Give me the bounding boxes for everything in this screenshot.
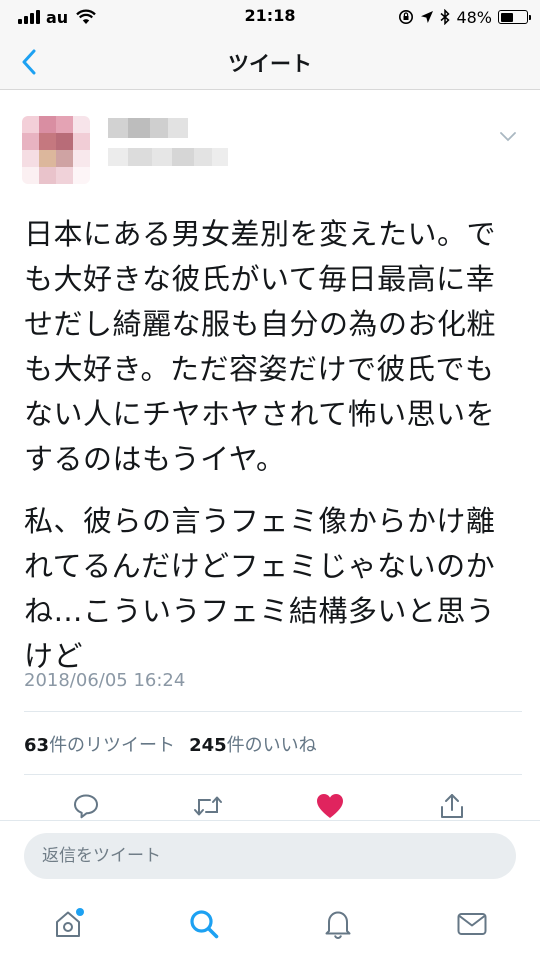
avatar[interactable]: [22, 116, 90, 184]
reply-icon: [74, 794, 98, 819]
tweet-paragraph: 日本にある男女差別を変えたい。でも大好きな彼氏がいて毎日最高に幸せだし綺麗な服も…: [24, 217, 497, 476]
tweet-paragraph: 私、彼らの言うフェミ像からかけ離れてるんだけどフェミじゃないのかね…こういうフェ…: [24, 504, 496, 673]
tab-bar: [0, 892, 540, 960]
like-count-link[interactable]: 245件のいいね: [189, 731, 317, 757]
status-right: 48%: [398, 6, 531, 28]
battery-percent: 48%: [456, 7, 492, 27]
battery-level: [500, 12, 513, 22]
tab-search[interactable]: [184, 904, 224, 944]
tab-notifications[interactable]: [318, 904, 358, 944]
retweet-count: 63: [24, 735, 50, 756]
retweet-count-label: 件のリツイート: [49, 735, 176, 756]
page-title: ツイート: [228, 52, 312, 76]
tweet-text: 日本にある男女差別を変えたい。でも大好きな彼氏がいて毎日最高に幸せだし綺麗な服も…: [24, 212, 520, 696]
notifications-icon: [325, 911, 351, 940]
battery-icon: [498, 10, 531, 24]
author-handle-blurred: [108, 148, 228, 166]
tweet-stats: 63件のリツイート 245件のいいね: [24, 731, 317, 757]
messages-icon: [457, 913, 487, 935]
tab-messages[interactable]: [452, 904, 492, 944]
retweet-count-link[interactable]: 63件のリツイート: [24, 731, 175, 757]
author-name-blurred: [108, 118, 188, 138]
tab-home[interactable]: [48, 904, 88, 944]
share-icon: [441, 794, 463, 818]
like-count-label: 件のいいね: [226, 735, 317, 756]
status-bar: au 21:18 48%: [0, 0, 540, 34]
tweet-timestamp: 2018/06/05 16:24: [24, 670, 186, 691]
reply-input[interactable]: [24, 833, 516, 879]
nav-bar: ツイート: [0, 34, 540, 90]
notification-dot: [76, 908, 84, 916]
divider: [24, 774, 522, 775]
bluetooth-icon: [440, 9, 451, 25]
location-icon: [421, 11, 434, 23]
retweet-icon: [194, 796, 222, 816]
reply-bar: [0, 820, 540, 892]
like-count: 245: [189, 735, 227, 756]
divider: [24, 711, 522, 712]
tweet-author[interactable]: [22, 116, 522, 192]
heart-icon: [317, 794, 343, 818]
chevron-down-icon[interactable]: [498, 126, 518, 146]
search-icon: [190, 910, 219, 939]
rotation-lock-icon: [399, 10, 414, 24]
